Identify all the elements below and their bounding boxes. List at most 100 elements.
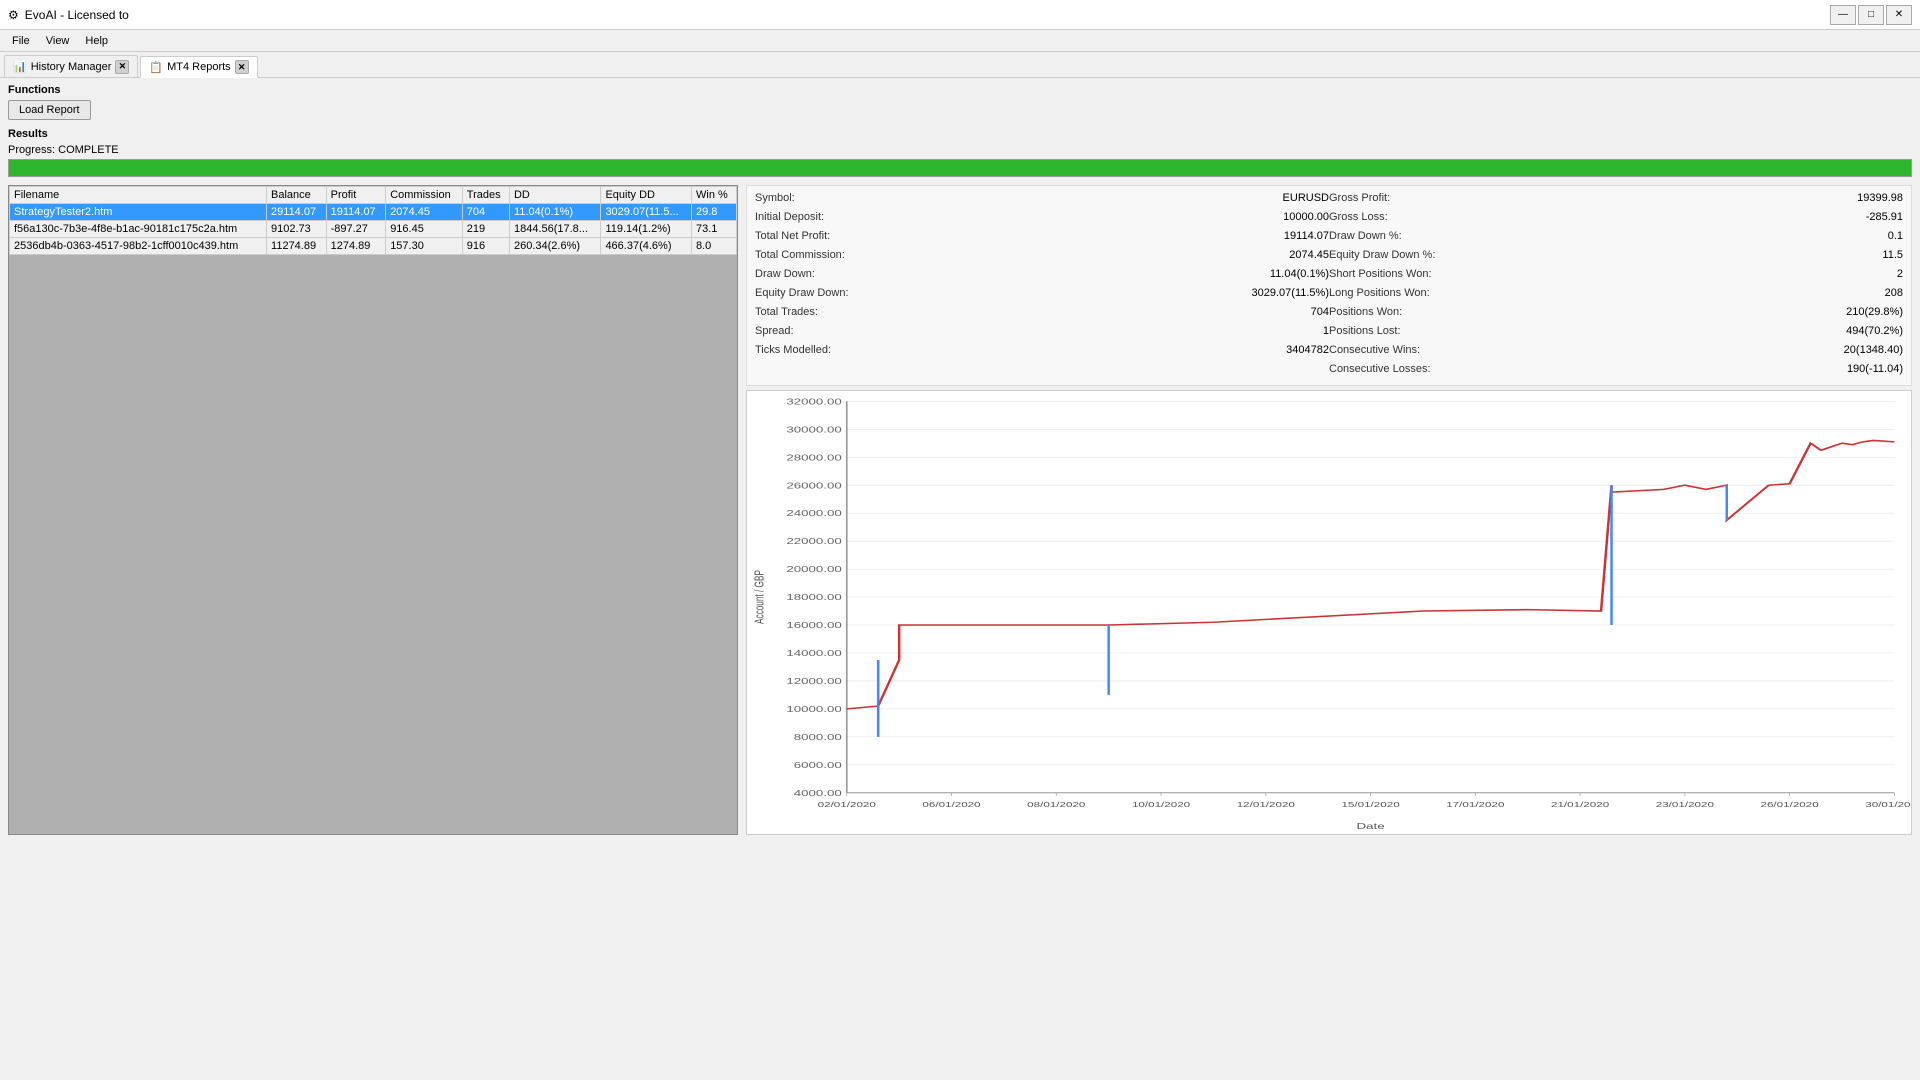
chart-area: 32000.0030000.0028000.0026000.0024000.00… <box>746 390 1912 835</box>
table-row[interactable]: f56a130c-7b3e-4f8e-b1ac-90181c175c2a.htm… <box>10 221 737 238</box>
stat-label: Gross Profit: <box>1329 192 1390 208</box>
stat-label: Draw Down %: <box>1329 230 1402 246</box>
stat-row: Equity Draw Down: 3029.07(11.5%) <box>755 287 1329 303</box>
stat-row: Total Commission:2074.45 <box>755 249 1329 265</box>
stat-row: Draw Down %: 0.1 <box>1329 230 1903 246</box>
tab-bar: 📊 History Manager ✕ 📋 MT4 Reports ✕ <box>0 52 1920 78</box>
svg-text:12000.00: 12000.00 <box>786 677 841 686</box>
menu-file[interactable]: File <box>4 33 38 49</box>
svg-text:16000.00: 16000.00 <box>786 621 841 630</box>
stat-row: Symbol:EURUSD <box>755 192 1329 208</box>
svg-text:14000.00: 14000.00 <box>786 649 841 658</box>
svg-text:Account / GBP: Account / GBP <box>753 570 767 624</box>
mt4-reports-tab-icon: 📋 <box>149 61 163 74</box>
svg-text:4000.00: 4000.00 <box>794 789 842 798</box>
main-content: Functions Load Report Results Progress: … <box>0 78 1920 841</box>
svg-text:22000.00: 22000.00 <box>786 538 841 547</box>
stat-row: Consecutive Losses:190(-11.04) <box>1329 363 1903 379</box>
svg-text:18000.00: 18000.00 <box>786 593 841 602</box>
app-icon: ⚙ <box>8 8 19 22</box>
stat-row: Short Positions Won:2 <box>1329 268 1903 284</box>
svg-text:8000.00: 8000.00 <box>794 733 842 742</box>
col-trades: Trades <box>462 187 509 204</box>
stat-value: 3404782 <box>1278 344 1329 360</box>
chart-svg: 32000.0030000.0028000.0026000.0024000.00… <box>747 391 1911 834</box>
svg-text:10000.00: 10000.00 <box>786 705 841 714</box>
stat-value: 190(-11.04) <box>1839 363 1903 379</box>
table-row[interactable]: 2536db4b-0363-4517-98b2-1cff0010c439.htm… <box>10 238 737 255</box>
menu-help[interactable]: Help <box>77 33 116 49</box>
col-profit: Profit <box>326 187 386 204</box>
progress-bar-fill <box>9 160 1911 176</box>
col-filename: Filename <box>10 187 267 204</box>
stat-value: 19399.98 <box>1849 192 1903 208</box>
table-row[interactable]: StrategyTester2.htm29114.0719114.072074.… <box>10 204 737 221</box>
history-manager-tab-label: History Manager <box>31 61 112 73</box>
svg-text:6000.00: 6000.00 <box>794 761 842 770</box>
stat-label: Equity Draw Down: <box>755 287 849 303</box>
history-manager-tab-close[interactable]: ✕ <box>115 60 129 74</box>
load-report-button[interactable]: Load Report <box>8 100 91 120</box>
history-manager-tab-icon: 📊 <box>13 60 27 73</box>
svg-text:24000.00: 24000.00 <box>786 510 841 519</box>
progress-bar-container <box>8 159 1912 177</box>
stat-value: 20(1348.40) <box>1836 344 1903 360</box>
stat-value: 0.1 <box>1880 230 1903 246</box>
tab-history-manager[interactable]: 📊 History Manager ✕ <box>4 55 138 77</box>
menu-bar: File View Help <box>0 30 1920 52</box>
stat-row: Gross Profit: 19399.98 <box>1329 192 1903 208</box>
svg-text:20000.00: 20000.00 <box>786 565 841 574</box>
svg-text:30000.00: 30000.00 <box>786 426 841 435</box>
stat-label: Spread: <box>755 325 794 341</box>
stat-row: Total Net Profit:19114.07 <box>755 230 1329 246</box>
stat-row: Long Positions Won:208 <box>1329 287 1903 303</box>
stat-value: -285.91 <box>1858 211 1903 227</box>
svg-text:30/01/2020: 30/01/2020 <box>1865 801 1911 809</box>
col-commission: Commission <box>386 187 463 204</box>
right-panel: Symbol:EURUSD Initial Deposit: 10000.00 Tot… <box>746 185 1912 835</box>
col-win-pct: Win % <box>692 187 737 204</box>
stat-label: Positions Won: <box>1329 306 1402 322</box>
stat-label: Positions Lost: <box>1329 325 1401 341</box>
functions-bar: Load Report <box>8 100 1912 120</box>
stat-row: Spread: 1 <box>755 325 1329 341</box>
stat-label: Total Trades: <box>755 306 818 322</box>
svg-text:26000.00: 26000.00 <box>786 482 841 491</box>
panels: Filename Balance Profit Commission Trade… <box>8 185 1912 835</box>
stat-value: 2 <box>1889 268 1903 284</box>
stats-section: Symbol:EURUSDInitial Deposit:10000.00Tot… <box>746 185 1912 386</box>
stat-value: 1 <box>1315 325 1329 341</box>
svg-text:12/01/2020: 12/01/2020 <box>1237 801 1295 809</box>
col-equity-dd: Equity DD <box>601 187 692 204</box>
stats-col-2: Gross Profit: 19399.98 Gross Loss: -285.91 D… <box>1329 192 1903 379</box>
close-button[interactable]: ✕ <box>1886 5 1912 25</box>
stat-value: 704 <box>1303 306 1329 322</box>
stat-label: Consecutive Wins: <box>1329 344 1420 360</box>
stat-row: Positions Lost:494(70.2%) <box>1329 325 1903 341</box>
svg-text:23/01/2020: 23/01/2020 <box>1656 801 1714 809</box>
maximize-button[interactable]: □ <box>1858 5 1884 25</box>
svg-text:08/01/2020: 08/01/2020 <box>1027 801 1085 809</box>
stat-label: Initial Deposit: <box>755 211 824 227</box>
left-panel: Filename Balance Profit Commission Trade… <box>8 185 738 835</box>
svg-text:10/01/2020: 10/01/2020 <box>1132 801 1190 809</box>
results-label: Results <box>8 128 1912 140</box>
stat-label: Equity Draw Down %: <box>1329 249 1435 265</box>
mt4-reports-tab-close[interactable]: ✕ <box>235 60 249 74</box>
stat-row: Total Trades: 704 <box>755 306 1329 322</box>
svg-text:32000.00: 32000.00 <box>786 398 841 407</box>
stat-value: 208 <box>1877 287 1903 303</box>
svg-text:15/01/2020: 15/01/2020 <box>1341 801 1399 809</box>
stat-value: EURUSD <box>1275 192 1329 208</box>
stat-value: 3029.07(11.5%) <box>1244 287 1329 303</box>
stat-value: 2074.45 <box>1281 249 1329 265</box>
stat-value: 210(29.8%) <box>1838 306 1903 322</box>
svg-text:21/01/2020: 21/01/2020 <box>1551 801 1609 809</box>
minimize-button[interactable]: — <box>1830 5 1856 25</box>
stat-row: Equity Draw Down %:11.5 <box>1329 249 1903 265</box>
stat-label: Total Net Profit: <box>755 230 830 246</box>
tab-mt4-reports[interactable]: 📋 MT4 Reports ✕ <box>140 56 257 78</box>
menu-view[interactable]: View <box>38 33 78 49</box>
stat-label: Gross Loss: <box>1329 211 1388 227</box>
svg-text:02/01/2020: 02/01/2020 <box>818 801 876 809</box>
